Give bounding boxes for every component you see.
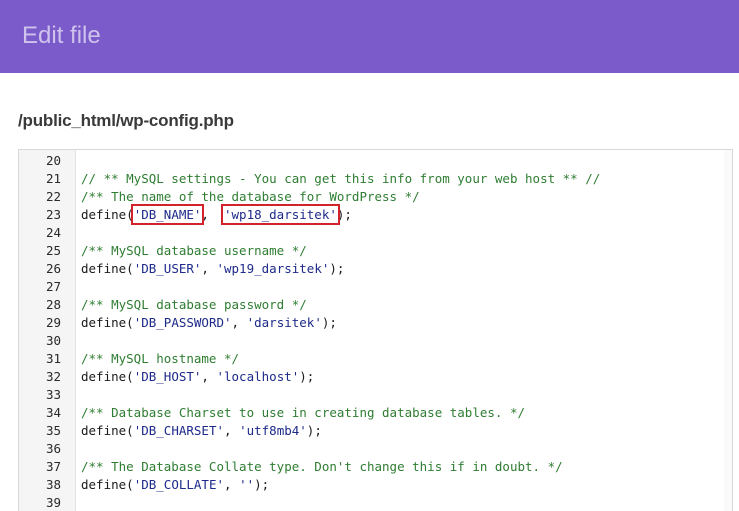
line-number: 39 (45, 495, 61, 510)
code-token: define( (81, 261, 134, 276)
code-text: /** The Database Collate type. Don't cha… (81, 458, 563, 476)
code-token: ); (306, 423, 322, 438)
code-string: 'localhost' (216, 369, 300, 384)
line-number: 34 (45, 405, 61, 420)
code-token: ); (321, 315, 337, 330)
highlighted-value: 'DB_NAME' (130, 204, 205, 225)
highlighted-value: 'wp18_darsitek' (221, 204, 340, 225)
file-path: /public_html/wp-config.php (18, 111, 234, 130)
line-number: 38 (45, 477, 61, 492)
code-text: define('DB_PASSWORD', 'darsitek'); (81, 314, 337, 332)
code-comment: /** The Database Collate type. Don't cha… (81, 459, 563, 474)
line-number: 29 (45, 315, 61, 330)
code-comment: /** The name of the database for WordPre… (81, 189, 420, 204)
line-number: 37 (45, 459, 61, 474)
editor-scrollbar[interactable] (724, 150, 732, 511)
code-token: , (201, 261, 217, 276)
code-text: define('DB_COLLATE', ''); (81, 476, 269, 494)
code-token: , (224, 477, 240, 492)
line-number: 25 (45, 243, 61, 258)
code-token: ); (329, 261, 345, 276)
code-token: ); (254, 477, 270, 492)
code-text: define('DB_NAME', 'wp18_darsitek'); (81, 204, 352, 225)
code-token: define( (81, 423, 134, 438)
line-number: 36 (45, 441, 61, 456)
line-number: 20 (45, 153, 61, 168)
code-text: /** MySQL hostname */ (81, 350, 239, 368)
code-text: /** The name of the database for WordPre… (81, 188, 420, 206)
code-text: define('DB_HOST', 'localhost'); (81, 368, 314, 386)
line-number: 33 (45, 387, 61, 402)
code-token: ); (336, 207, 352, 222)
code-text: define('DB_CHARSET', 'utf8mb4'); (81, 422, 322, 440)
code-text: /** Database Charset to use in creating … (81, 404, 525, 422)
line-number: 23 (45, 207, 61, 222)
line-number: 32 (45, 369, 61, 384)
line-number: 24 (45, 225, 61, 240)
code-text: /** MySQL database password */ (81, 296, 307, 314)
code-string: 'DB_HOST' (133, 369, 202, 384)
code-comment: // ** MySQL settings - You can get this … (81, 171, 601, 186)
code-comment: /** MySQL database password */ (81, 297, 307, 312)
code-token: define( (81, 477, 134, 492)
code-text: /** MySQL database username */ (81, 242, 307, 260)
code-token: define( (81, 369, 134, 384)
line-number: 31 (45, 351, 61, 366)
app-header: Edit file (0, 0, 739, 73)
code-token: ); (299, 369, 315, 384)
code-token: , (224, 423, 240, 438)
code-token: define( (81, 315, 134, 330)
code-string: 'wp19_darsitek' (216, 261, 330, 276)
code-text: define('DB_USER', 'wp19_darsitek'); (81, 260, 344, 278)
line-number: 21 (45, 171, 61, 186)
code-comment: /** MySQL hostname */ (81, 351, 240, 366)
code-string: 'DB_CHARSET' (133, 423, 224, 438)
code-string: 'DB_PASSWORD' (133, 315, 232, 330)
line-number: 35 (45, 423, 61, 438)
line-number: 30 (45, 333, 61, 348)
code-text: // ** MySQL settings - You can get this … (81, 170, 600, 188)
line-number: 26 (45, 261, 61, 276)
code-string: 'utf8mb4' (239, 423, 307, 438)
line-number: 28 (45, 297, 61, 312)
code-token: define( (81, 207, 134, 222)
code-token: , (231, 315, 247, 330)
code-string: 'DB_COLLATE' (133, 477, 224, 492)
code-token: , (201, 369, 217, 384)
code-token: , (201, 207, 224, 222)
code-comment: /** Database Charset to use in creating … (81, 405, 526, 420)
code-string: '' (239, 477, 255, 492)
code-string: 'DB_USER' (133, 261, 202, 276)
line-number: 22 (45, 189, 61, 204)
line-number: 27 (45, 279, 61, 294)
code-string: 'darsitek' (246, 315, 322, 330)
code-editor[interactable]: 20 21 // ** MySQL settings - You can get t… (18, 149, 733, 511)
page-title: Edit file (22, 22, 101, 49)
code-comment: /** MySQL database username */ (81, 243, 307, 258)
